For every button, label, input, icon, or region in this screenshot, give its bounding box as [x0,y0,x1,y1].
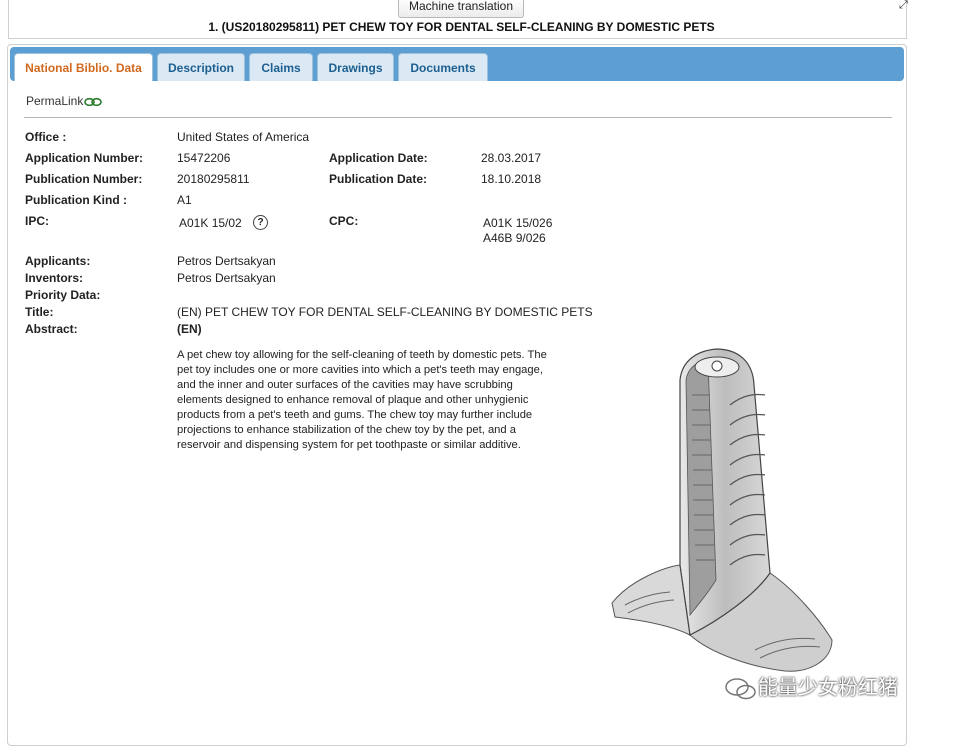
tab-documents[interactable]: Documents [398,53,488,81]
office-label: Office : [25,130,67,144]
publication-kind-value: A1 [177,193,192,207]
inventors-value: Petros Dertsakyan [177,271,276,285]
application-date-label: Application Date: [329,151,428,165]
watermark: 能量少女粉红猪 [724,673,964,703]
publication-kind-label: Publication Kind : [25,193,127,207]
application-date-value: 28.03.2017 [481,151,542,165]
divider [24,117,892,118]
permalink-label[interactable]: PermaLink [26,94,83,108]
publication-number-value: 20180295811 [177,172,250,186]
tab-bar: National Biblio. Data Description Claims… [10,47,904,81]
chain-link-icon[interactable] [84,97,103,107]
abstract-text: A pet chew toy allowing for the self-cle… [177,349,547,451]
chew-toy-illustration [611,348,833,672]
application-number-value: 15472206 [177,151,231,165]
application-number-label: Application Number: [25,151,144,165]
watermark-text: 能量少女粉红猪 [758,677,898,699]
cpc-label: CPC: [329,214,359,228]
priority-data-label: Priority Data: [25,288,101,302]
applicants-label: Applicants: [25,254,91,268]
ipc-value[interactable]: A01K 15/02 [179,216,242,230]
expand-arrow-icon[interactable]: ⤢ [899,0,911,11]
patent-drawing [570,335,870,710]
cpc-value-1[interactable]: A01K 15/026 [483,216,552,230]
machine-translation-button[interactable]: Machine translation [398,0,524,18]
wechat-icon [725,677,756,699]
tab-drawings[interactable]: Drawings [317,53,394,81]
question-circle-icon[interactable]: ? [253,215,268,230]
applicants-value: Petros Dertsakyan [177,254,276,268]
tab-national-biblio-data[interactable]: National Biblio. Data [14,53,153,81]
tab-claims[interactable]: Claims [249,53,313,81]
office-value: United States of America [177,130,310,144]
publication-number-label: Publication Number: [25,172,143,186]
publication-date-label: Publication Date: [329,172,428,186]
abstract-language: (EN) [177,322,202,336]
top-frame: Machine translation ⤢ 1. (US20180295811)… [8,0,908,39]
ipc-label: IPC: [25,214,49,228]
publication-date-value: 18.10.2018 [481,172,542,186]
title-value: (EN) PET CHEW TOY FOR DENTAL SELF-CLEANI… [177,305,593,319]
permalink[interactable]: PermaLink [26,94,103,108]
document-title: 1. (US20180295811) PET CHEW TOY FOR DENT… [208,20,715,34]
inventors-label: Inventors: [25,271,84,285]
title-label: Title: [25,305,54,319]
cpc-value-2[interactable]: A46B 9/026 [483,231,546,245]
tab-description[interactable]: Description [157,53,245,81]
abstract-label: Abstract: [25,322,78,336]
